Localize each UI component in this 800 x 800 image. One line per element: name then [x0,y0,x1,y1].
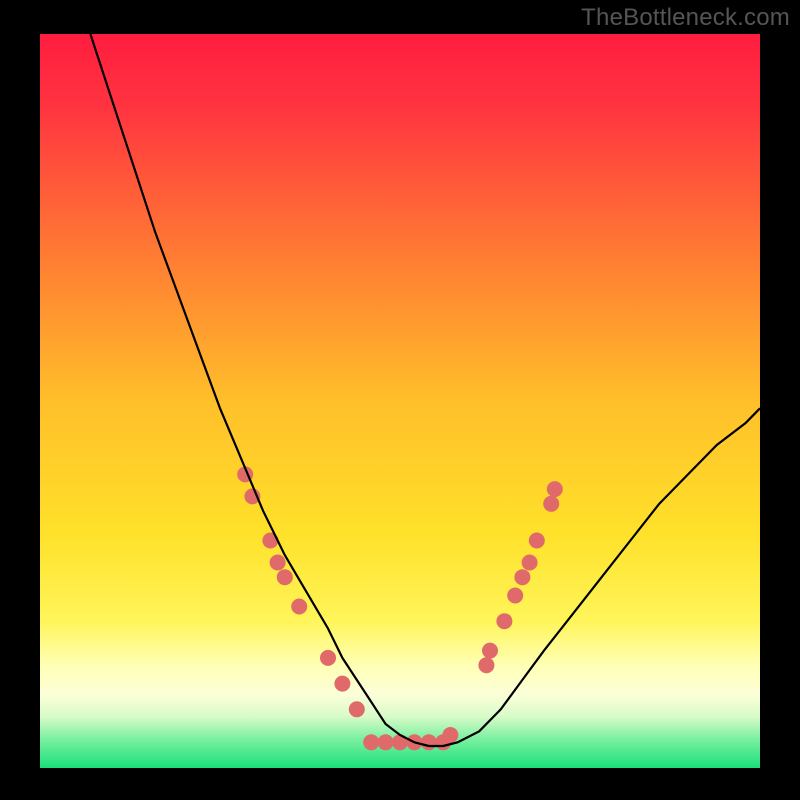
highlight-dot [421,734,437,750]
highlight-dot [543,496,559,512]
highlight-dot [529,533,545,549]
highlight-dot [522,555,538,571]
highlight-dot [270,555,286,571]
highlight-dot [378,734,394,750]
highlight-dot [320,650,336,666]
plot-background [40,34,760,768]
highlight-dot [442,727,458,743]
highlight-dot [507,588,523,604]
watermark-text: TheBottleneck.com [581,4,790,32]
highlight-dot [482,643,498,659]
highlight-dot [334,676,350,692]
chart-frame: TheBottleneck.com [0,0,800,800]
highlight-dot [496,613,512,629]
chart-svg [0,0,800,800]
highlight-dot [349,701,365,717]
highlight-dot [277,569,293,585]
highlight-dot [514,569,530,585]
highlight-dot [547,481,563,497]
highlight-dot [291,599,307,615]
highlight-dot [478,657,494,673]
highlight-dot [363,734,379,750]
